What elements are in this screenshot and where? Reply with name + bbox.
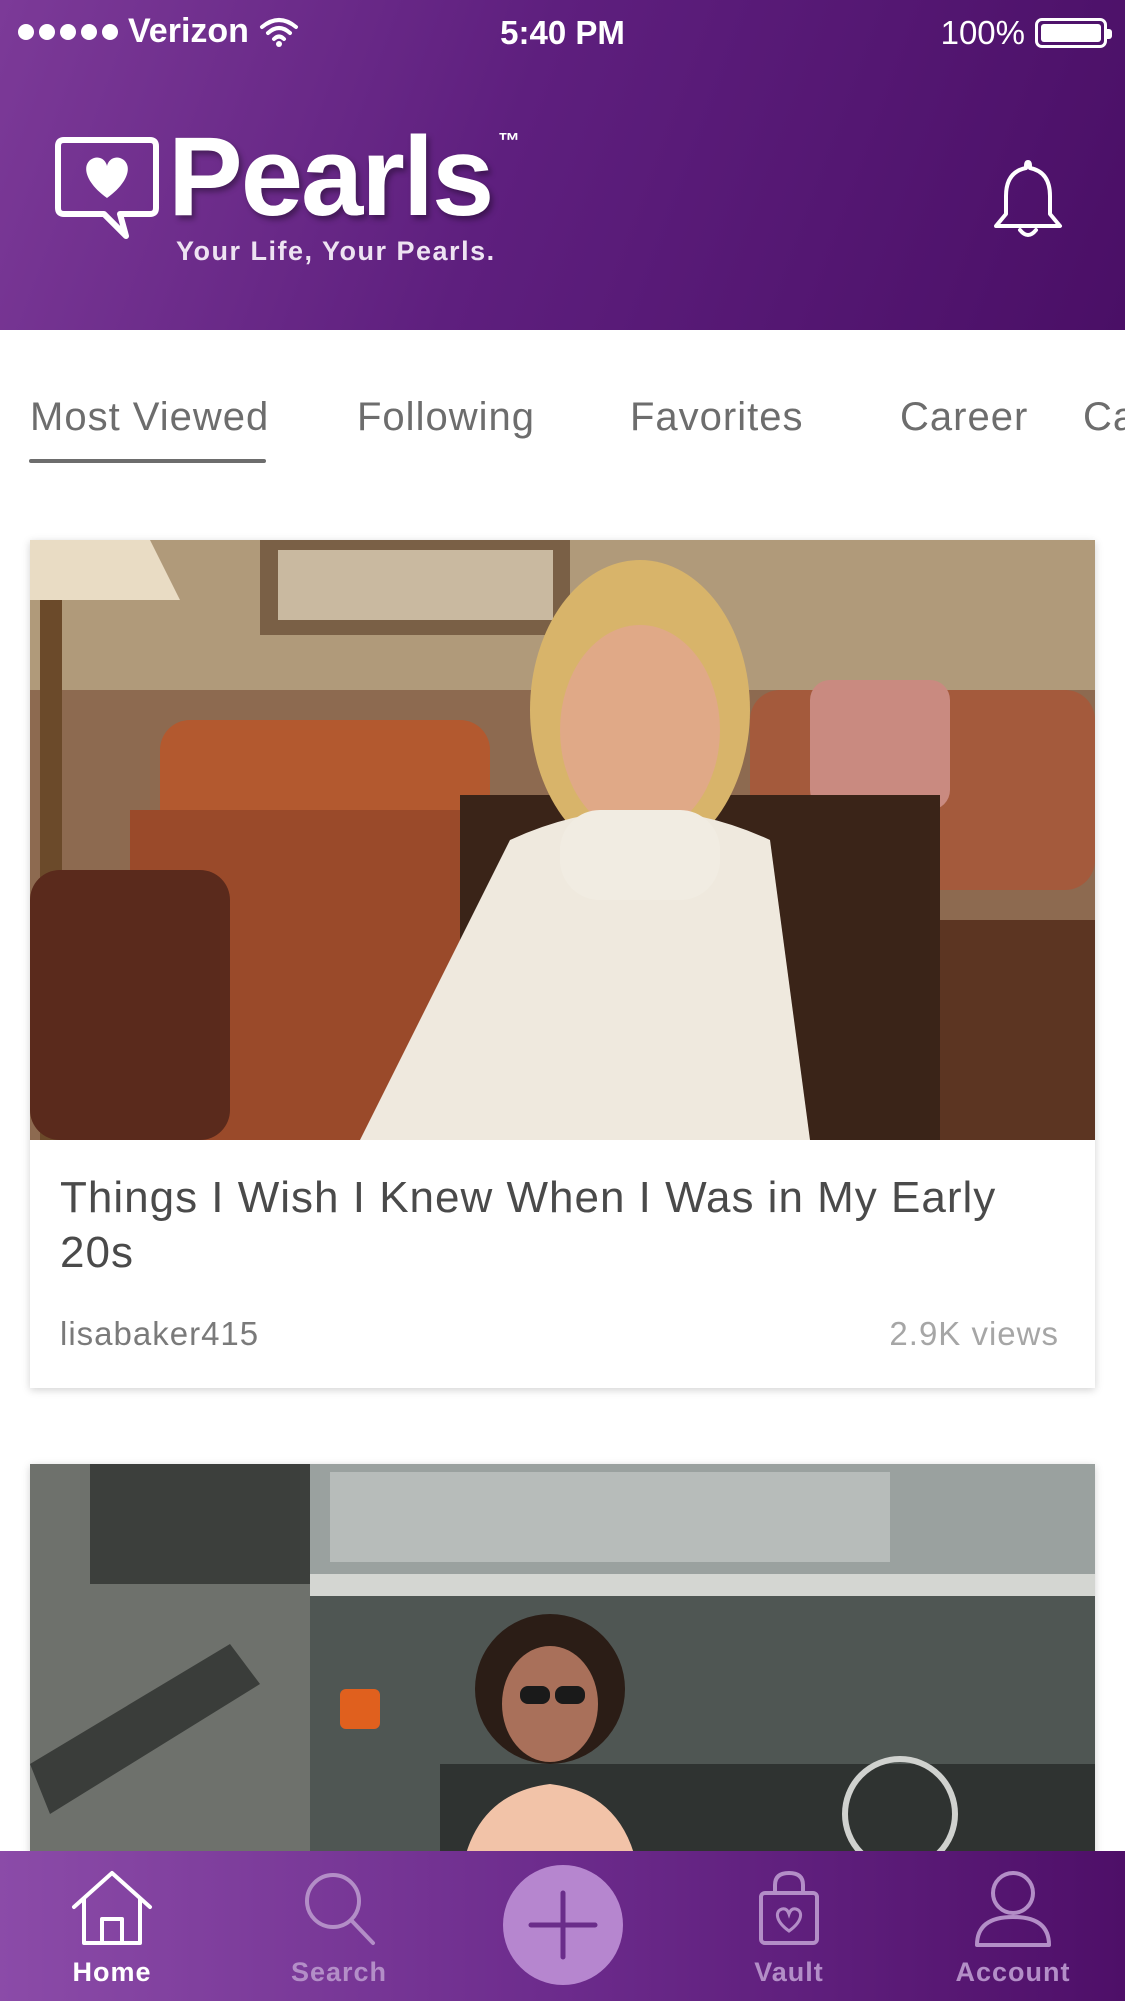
video-title[interactable]: Things I Wish I Knew When I Was in My Ea… [60, 1170, 1060, 1280]
tab-favorites[interactable]: Favorites [630, 395, 804, 440]
account-icon [975, 1871, 1051, 1947]
view-count: 2.9K views [889, 1315, 1059, 1352]
trademark: ™ [498, 128, 520, 153]
video-author[interactable]: lisabaker415 [60, 1315, 259, 1353]
nav-home[interactable]: Home [12, 1851, 212, 2001]
battery-icon [1035, 18, 1112, 48]
nav-account[interactable]: Account [913, 1851, 1113, 2001]
status-bar: Verizon 5:40 PM 100% [0, 0, 1125, 66]
nav-home-label: Home [72, 1957, 152, 1987]
tab-career[interactable]: Career [900, 395, 1028, 440]
nav-vault-label: Vault [754, 1957, 824, 1987]
heart-bubble-icon [55, 137, 159, 239]
active-tab-indicator [29, 459, 266, 463]
bell-icon[interactable] [990, 158, 1066, 240]
video-card[interactable]: Things I Wish I Knew When I Was in My Ea… [30, 540, 1095, 1388]
tab-most-viewed[interactable]: Most Viewed [30, 395, 269, 440]
nav-vault[interactable]: Vault [689, 1851, 889, 2001]
app-logo: Pearls ™ Your Life, Your Pearls. [52, 114, 552, 278]
plus-icon [528, 1890, 598, 1960]
video-thumbnail[interactable] [30, 540, 1095, 1140]
video-thumbnail[interactable] [30, 1464, 1095, 1884]
nav-account-label: Account [955, 1957, 1071, 1987]
tab-following[interactable]: Following [357, 395, 535, 440]
category-tabs: Most Viewed Following Favorites Career C… [0, 385, 1125, 465]
home-icon [72, 1871, 152, 1945]
tab-partial[interactable]: Ca [1083, 395, 1125, 440]
thumbnail-image [30, 540, 1095, 1140]
add-button[interactable] [503, 1865, 623, 1985]
search-icon [305, 1873, 375, 1945]
tagline: Your Life, Your Pearls. [176, 236, 496, 266]
nav-search[interactable]: Search [239, 1851, 439, 2001]
nav-search-label: Search [290, 1957, 388, 1987]
battery-info: 100% [940, 14, 1112, 52]
app-header: Verizon 5:40 PM 100% Pearls ™ Your Life,… [0, 0, 1125, 330]
bottom-navigation: Home Search Vault Account [0, 1851, 1125, 2001]
thumbnail-image [30, 1464, 1095, 1884]
app-name: Pearls [168, 114, 494, 239]
vault-lock-icon [759, 1870, 819, 1945]
video-card[interactable] [30, 1464, 1095, 1884]
battery-percentage: 100% [940, 14, 1025, 51]
